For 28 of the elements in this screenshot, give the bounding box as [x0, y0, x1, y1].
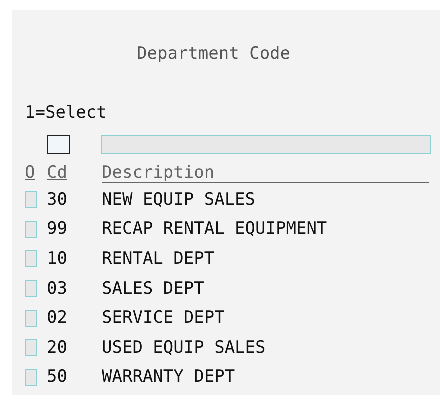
column-header: Description	[102, 164, 429, 182]
code-cell-text: 30	[47, 190, 68, 210]
instruction-text: 1=Select	[25, 103, 108, 125]
option-field[interactable]	[25, 191, 37, 208]
option-field[interactable]	[25, 310, 37, 327]
description-cell: USED EQUIP SALES	[102, 338, 266, 358]
description-cell: WARRANTY DEPT	[102, 367, 236, 388]
code-cell-text: 10	[47, 248, 68, 269]
code-cell-text: 03	[47, 278, 68, 299]
code-cell-text: 50	[47, 367, 68, 388]
code-cell-text: 02	[47, 308, 68, 328]
description-cell: SERVICE DEPT	[102, 308, 225, 328]
code-filter-field[interactable]	[47, 134, 70, 154]
option-field[interactable]	[25, 339, 37, 356]
column-header: O	[25, 163, 36, 183]
option-field[interactable]	[25, 280, 37, 298]
option-field[interactable]	[25, 368, 37, 386]
description-filter-field[interactable]	[101, 134, 431, 154]
description-cell: RECAP RENTAL EQUIPMENT	[102, 219, 328, 240]
code-cell-text: 20	[47, 338, 68, 358]
column-header: Cd	[47, 163, 68, 183]
option-field[interactable]	[25, 250, 37, 268]
code-cell-text: 99	[47, 219, 68, 240]
description-cell: SALES DEPT	[102, 278, 204, 299]
screen-title: Department Code	[137, 44, 292, 66]
option-field[interactable]	[25, 220, 37, 238]
description-cell: NEW EQUIP SALES	[102, 190, 256, 210]
description-cell: RENTAL DEPT	[102, 248, 215, 269]
